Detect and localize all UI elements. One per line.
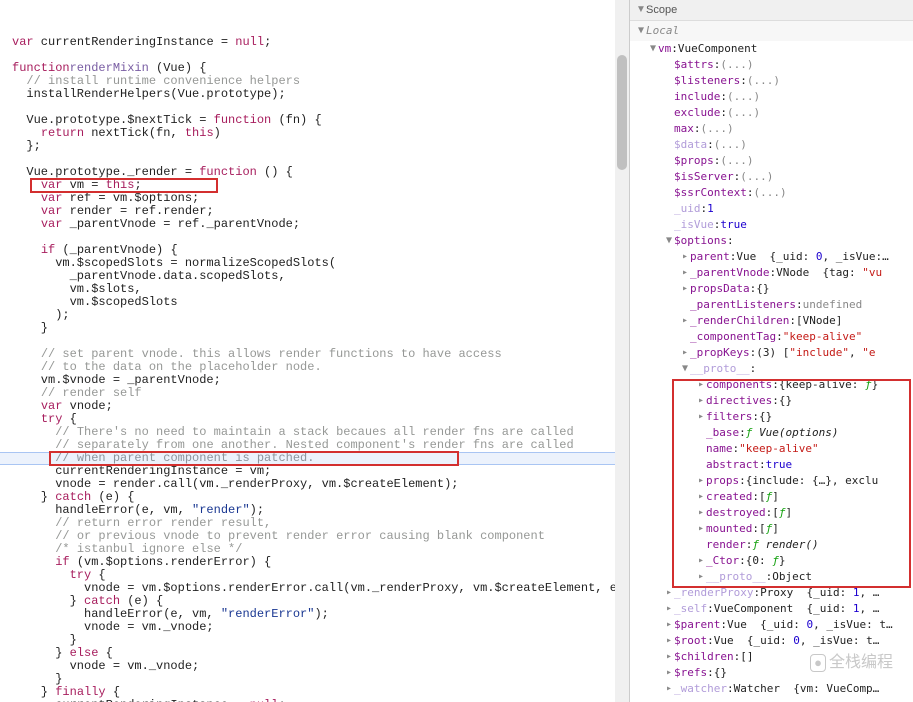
code-line[interactable]: } xyxy=(12,322,629,335)
scope-property[interactable]: _uid: 1 xyxy=(636,201,913,217)
vertical-scrollbar[interactable] xyxy=(615,0,629,702)
scope-property[interactable]: ▸created: [ƒ] xyxy=(636,489,913,505)
code-line[interactable]: vnode = vm._vnode; xyxy=(12,660,629,673)
code-line[interactable]: return nextTick(fn, this) xyxy=(12,127,629,140)
vm-row[interactable]: ▼ vm: VueComponent xyxy=(636,41,913,57)
options-label: $options xyxy=(674,233,727,249)
code-line[interactable]: var currentRenderingInstance = null; xyxy=(12,36,629,49)
code-line[interactable]: ); xyxy=(12,309,629,322)
scope-property[interactable]: ▸destroyed: [ƒ] xyxy=(636,505,913,521)
scope-property[interactable]: _componentTag: "keep-alive" xyxy=(636,329,913,345)
scope-property[interactable]: ▸$refs: {} xyxy=(636,665,913,681)
scope-header-label: Scope xyxy=(646,2,677,18)
scope-property[interactable]: ▸directives: {} xyxy=(636,393,913,409)
scope-property[interactable]: ▸_watcher: Watcher {vm: VueComp… xyxy=(636,681,913,697)
scope-property[interactable]: _parentListeners: undefined xyxy=(636,297,913,313)
code-block[interactable]: var currentRenderingInstance = null;func… xyxy=(12,36,629,702)
scope-property[interactable]: name: "keep-alive" xyxy=(636,441,913,457)
scope-property[interactable]: _isVue: true xyxy=(636,217,913,233)
proto-label: __proto__ xyxy=(690,361,750,377)
scope-property[interactable]: abstract: true xyxy=(636,457,913,473)
scope-property[interactable]: ▸parent: Vue {_uid: 0, _isVue:… xyxy=(636,249,913,265)
chevron-down-icon: ▼ xyxy=(680,361,690,377)
local-label: Local xyxy=(646,23,679,39)
scope-property[interactable]: ▸_parentVnode: VNode {tag: "vu xyxy=(636,265,913,281)
scope-property[interactable]: ▸$children: [] xyxy=(636,649,913,665)
local-scope-header[interactable]: ▼ Local xyxy=(630,21,913,41)
scope-panel: ▼ Scope ▼ Local ▼ vm: VueComponent $attr… xyxy=(630,0,913,702)
scope-property[interactable]: ▸components: {keep-alive: ƒ} xyxy=(636,377,913,393)
scope-property[interactable]: ▸_self: VueComponent {_uid: 1, … xyxy=(636,601,913,617)
scope-property[interactable]: include: (...) xyxy=(636,89,913,105)
scope-property[interactable]: ▸mounted: [ƒ] xyxy=(636,521,913,537)
scope-property[interactable]: ▸_Ctor: {0: ƒ} xyxy=(636,553,913,569)
vm-type: VueComponent xyxy=(678,41,757,57)
scope-property[interactable]: ▸props: {include: {…}, exclu xyxy=(636,473,913,489)
scope-property[interactable]: $listeners: (...) xyxy=(636,73,913,89)
scope-property[interactable]: ▸__proto__: Object xyxy=(636,569,913,585)
vm-label: vm xyxy=(658,41,671,57)
chevron-down-icon: ▼ xyxy=(648,41,658,57)
scope-property[interactable]: ▸$root: Vue {_uid: 0, _isVue: t… xyxy=(636,633,913,649)
scope-property[interactable]: _base: ƒ Vue(options) xyxy=(636,425,913,441)
options-row[interactable]: ▼ $options: xyxy=(636,233,913,249)
editor-panel: var currentRenderingInstance = null;func… xyxy=(0,0,630,702)
scope-property[interactable]: $attrs: (...) xyxy=(636,57,913,73)
chevron-down-icon: ▼ xyxy=(636,2,646,18)
scope-property[interactable]: $data: (...) xyxy=(636,137,913,153)
scope-property[interactable]: ▸_renderChildren: [VNode] xyxy=(636,313,913,329)
scope-property[interactable]: max: (...) xyxy=(636,121,913,137)
chevron-down-icon: ▼ xyxy=(636,23,646,39)
code-line[interactable]: }; xyxy=(12,140,629,153)
scope-tree: ▼ vm: VueComponent $attrs: (...)$listene… xyxy=(630,41,913,697)
code-line[interactable]: var vnode; xyxy=(12,400,629,413)
chevron-down-icon: ▼ xyxy=(664,233,674,249)
scope-property[interactable]: ▸_renderProxy: Proxy {_uid: 1, … xyxy=(636,585,913,601)
code-line[interactable]: vm.$scopedSlots xyxy=(12,296,629,309)
scope-property[interactable]: $isServer: (...) xyxy=(636,169,913,185)
scope-property[interactable]: $props: (...) xyxy=(636,153,913,169)
scope-property[interactable]: exclude: (...) xyxy=(636,105,913,121)
options-proto-row[interactable]: ▼ __proto__: xyxy=(636,361,913,377)
scrollbar-thumb[interactable] xyxy=(617,55,627,170)
scope-property[interactable]: ▸filters: {} xyxy=(636,409,913,425)
code-line[interactable]: installRenderHelpers(Vue.prototype); xyxy=(12,88,629,101)
scope-property[interactable]: ▸propsData: {} xyxy=(636,281,913,297)
scope-header[interactable]: ▼ Scope xyxy=(630,0,913,21)
code-line[interactable]: vnode = vm._vnode; xyxy=(12,621,629,634)
scope-property[interactable]: render: ƒ render() xyxy=(636,537,913,553)
scope-property[interactable]: ▸_propKeys: (3) ["include", "e xyxy=(636,345,913,361)
scope-property[interactable]: ▸$parent: Vue {_uid: 0, _isVue: t… xyxy=(636,617,913,633)
code-line[interactable]: var _parentVnode = ref._parentVnode; xyxy=(12,218,629,231)
scope-property[interactable]: $ssrContext: (...) xyxy=(636,185,913,201)
